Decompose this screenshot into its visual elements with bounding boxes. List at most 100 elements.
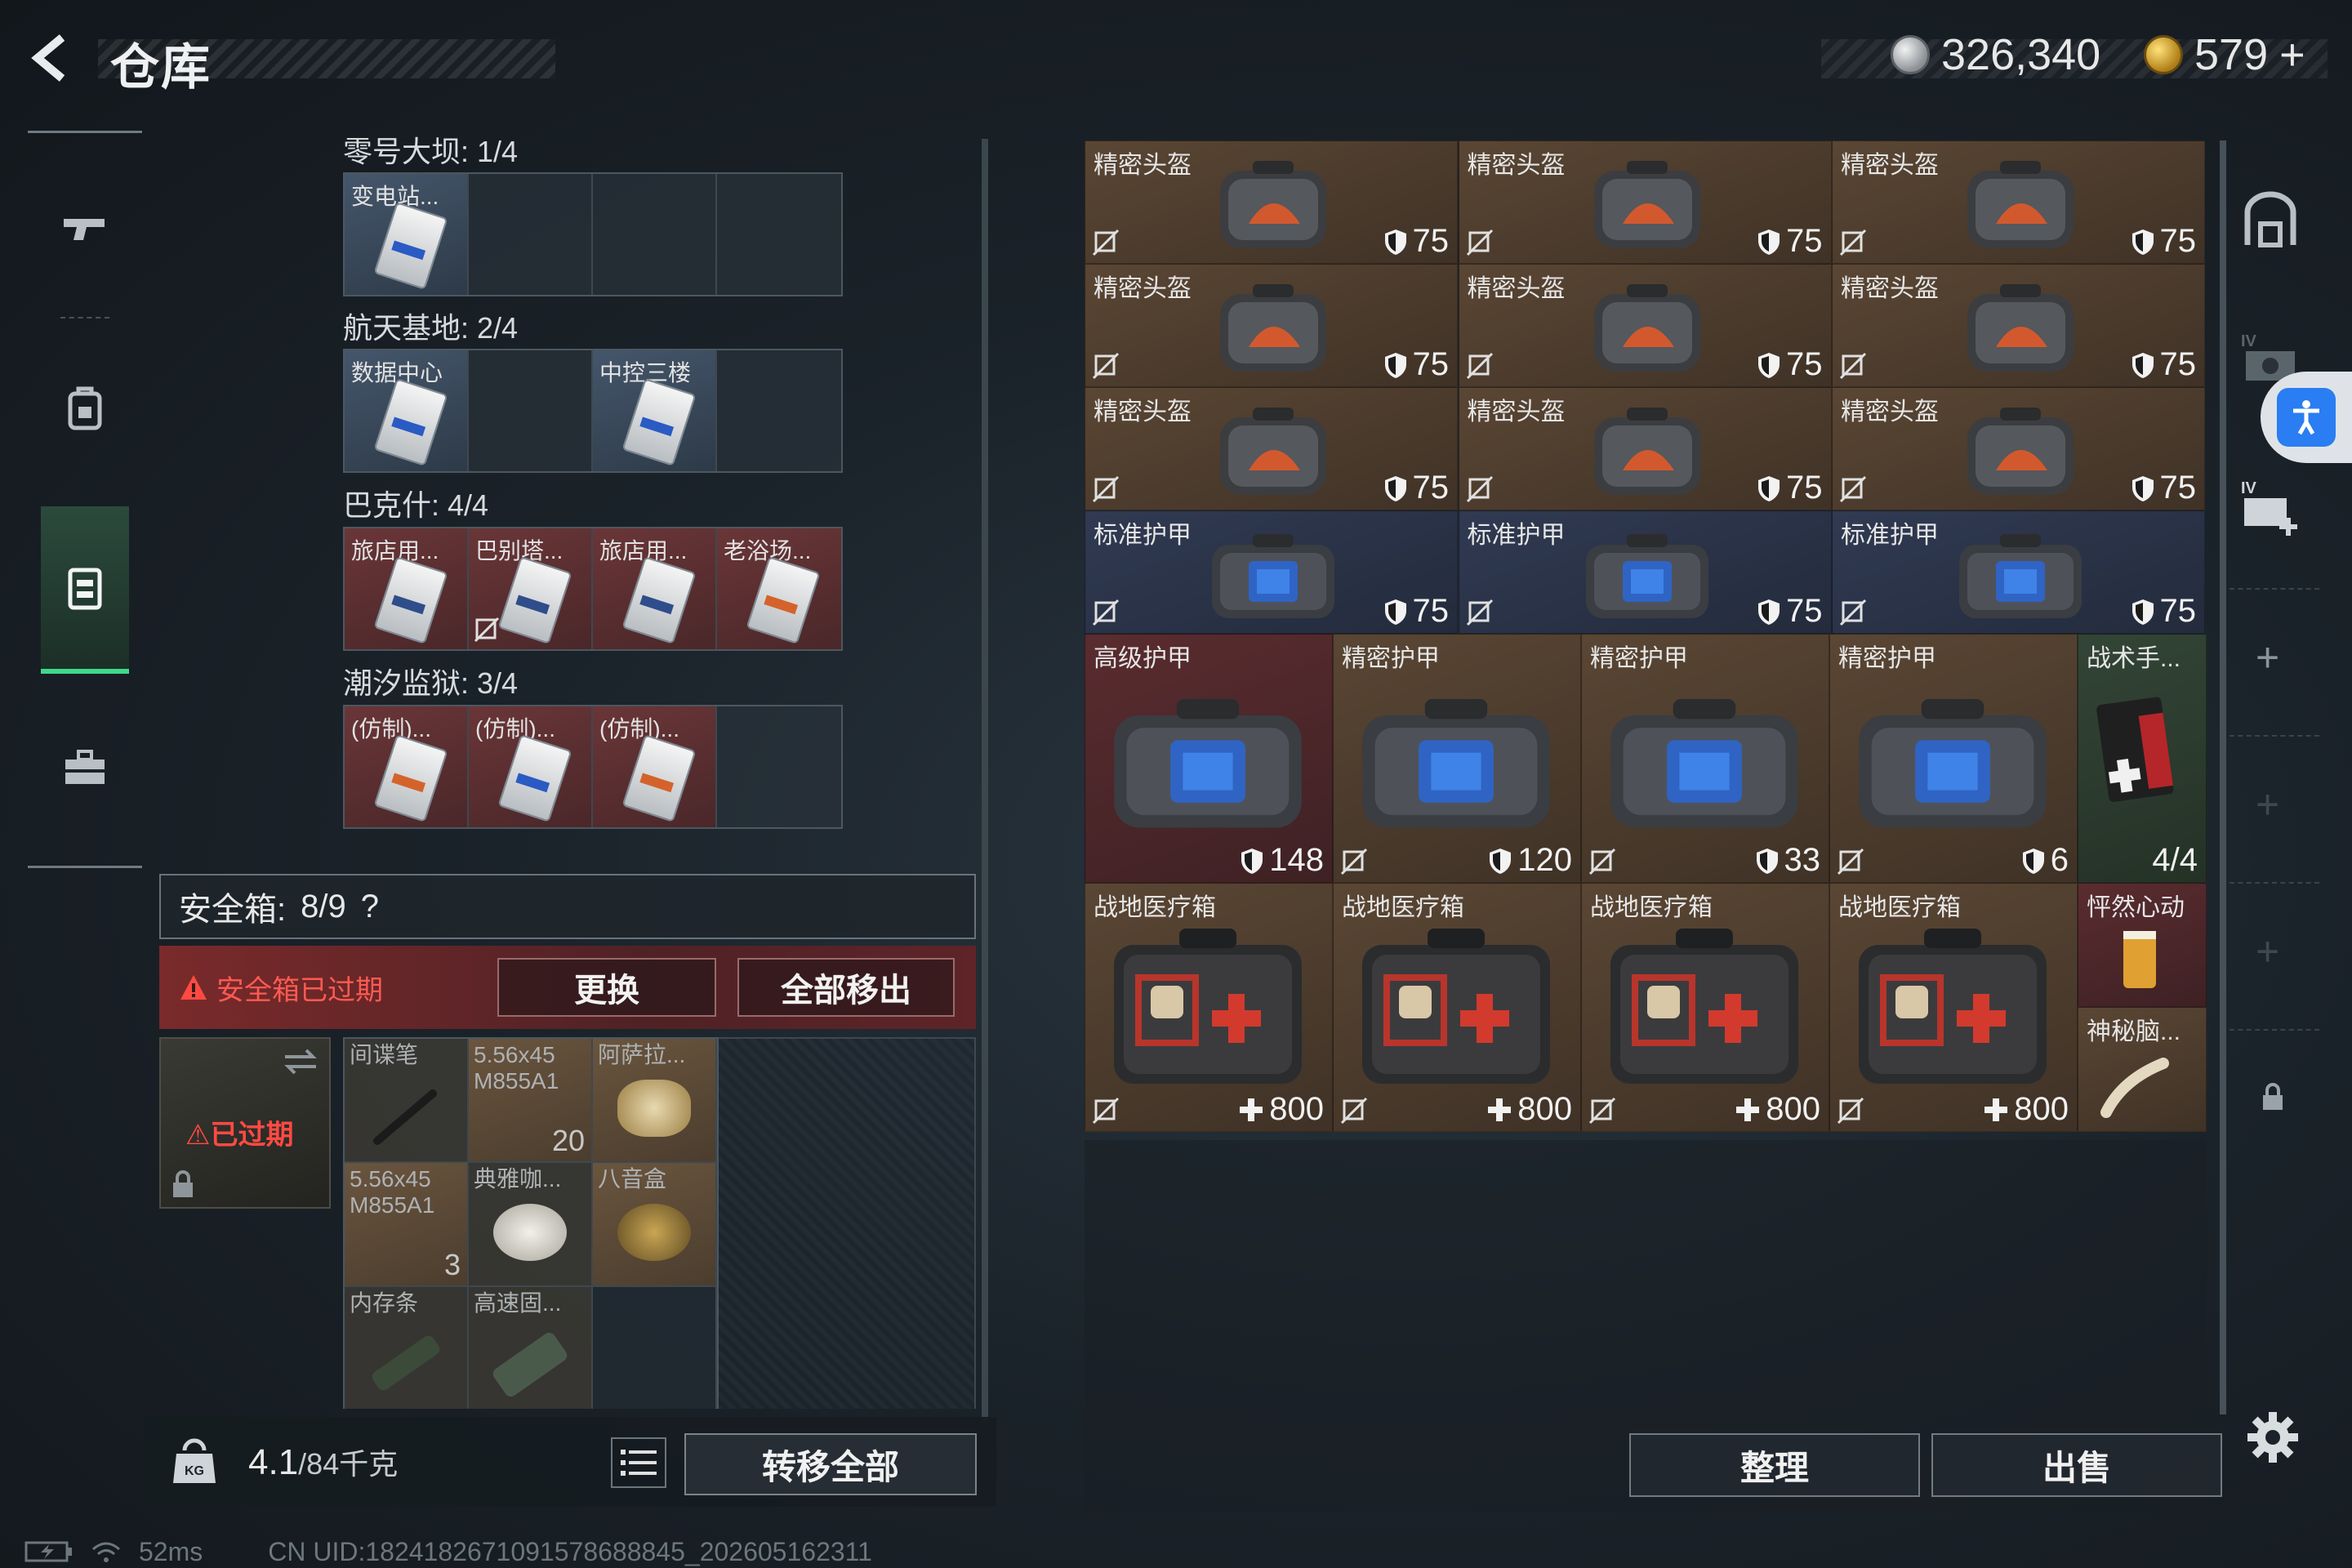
container-tab[interactable]	[2238, 186, 2303, 252]
stash-item-helmet[interactable]: 精密头盔 75	[1458, 140, 1832, 264]
empty-slot[interactable]	[717, 350, 841, 471]
safe-item-music-box[interactable]: 八音盒	[593, 1163, 717, 1287]
left-scrollbar[interactable]	[982, 139, 988, 1421]
keycard-grid-zero-dam: 变电站...	[343, 172, 843, 296]
stash-item-medkit[interactable]: 战地医疗箱 800	[1085, 883, 1333, 1132]
back-arrow-icon[interactable]	[24, 29, 82, 87]
nav-weapons[interactable]	[41, 147, 129, 310]
stash-item-small[interactable]: 神秘脑...	[2078, 1007, 2207, 1132]
pistol-icon	[64, 219, 105, 240]
item-name: 战地医疗箱	[1094, 894, 1216, 921]
empty-slot[interactable]	[469, 350, 593, 471]
keycard-slot[interactable]: 数据中心	[345, 350, 469, 471]
settings-gear-icon[interactable]	[2244, 1409, 2301, 1466]
stash-item-armor[interactable]: 标准护甲 75	[1085, 510, 1458, 634]
stash-item-helmet[interactable]: 精密头盔 75	[1832, 264, 2205, 387]
stash-item-armor[interactable]: 标准护甲 75	[1832, 510, 2205, 634]
empty-slot[interactable]	[717, 706, 841, 827]
replace-button[interactable]: 更换	[497, 958, 716, 1017]
weight-value: 4.1	[248, 1442, 299, 1482]
nav-chest-rig[interactable]	[41, 506, 129, 674]
gold-currency[interactable]: 579 +	[2144, 29, 2305, 80]
nav-separator	[60, 317, 109, 318]
stash-item-helmet[interactable]: 精密头盔 75	[1085, 140, 1458, 264]
keycard-slot[interactable]: (仿制)...	[593, 706, 717, 827]
add-slot-plus[interactable]: +	[2256, 784, 2279, 825]
item-value: 148	[1240, 842, 1324, 879]
stash-item-medkit[interactable]: 战地医疗箱 800	[1333, 883, 1581, 1132]
stash-item-helmet[interactable]: 精密头盔 75	[1832, 387, 2205, 510]
durability-shield-icon	[1488, 847, 1512, 875]
keycard-icon	[621, 556, 697, 644]
item-name: 怦然心动	[2087, 894, 2185, 921]
keycard-icon	[373, 378, 448, 466]
safe-item-asara[interactable]: 阿萨拉...	[593, 1039, 717, 1163]
keycard-slot[interactable]: 中控三楼	[593, 350, 717, 471]
silver-amount: 326,340	[1941, 30, 2101, 79]
transfer-all-button[interactable]: 转移全部	[684, 1433, 977, 1495]
sell-button[interactable]: 出售	[1931, 1433, 2222, 1497]
stash-item-medkit[interactable]: 战地医疗箱 800	[1829, 883, 2078, 1132]
keycard-slot[interactable]: 旅店用...	[345, 528, 469, 649]
no-durability-icon	[1092, 229, 1120, 256]
stash-item-helmet[interactable]: 精密头盔 75	[1085, 387, 1458, 510]
item-name: 标准护甲	[1467, 522, 1566, 549]
right-scrollbar[interactable]	[2220, 140, 2226, 1414]
safe-item-memory[interactable]: 内存条	[345, 1287, 469, 1409]
stash-item-small[interactable]: 怦然心动	[2078, 883, 2207, 1007]
no-durability-icon	[1466, 352, 1493, 380]
stash-item-tactical[interactable]: 战术手... 4/4	[2078, 634, 2207, 883]
nav-backpack[interactable]	[41, 327, 129, 490]
keycard-slot[interactable]: (仿制)...	[469, 706, 593, 827]
gold-add-button[interactable]: +	[2279, 29, 2305, 80]
stash-item-helmet[interactable]: 精密头盔 75	[1458, 264, 1832, 387]
empty-slot[interactable]	[717, 174, 841, 295]
svg-text:KG: KG	[185, 1464, 204, 1478]
stash-item-medkit[interactable]: 战地医疗箱 800	[1581, 883, 1829, 1132]
empty-slot[interactable]	[593, 174, 717, 295]
stash-item-helmet[interactable]: 精密头盔 75	[1085, 264, 1458, 387]
stash-item-helmet[interactable]: 精密头盔 75	[1458, 387, 1832, 510]
safe-box-container[interactable]: ⚠已过期	[159, 1037, 331, 1209]
move-all-out-button[interactable]: 全部移出	[737, 958, 955, 1017]
no-durability-icon	[1588, 1097, 1616, 1125]
safe-item-ammo[interactable]: 5.56x45 M855A1 20	[469, 1039, 593, 1163]
accessibility-button[interactable]	[2261, 372, 2352, 463]
item-value-text: 75	[1412, 223, 1450, 259]
keycard-slot[interactable]: (仿制)...	[345, 706, 469, 827]
add-slot-plus[interactable]: +	[2256, 637, 2279, 678]
stash-item-armor-large[interactable]: 精密护甲 33	[1581, 634, 1829, 883]
section-label-zero-dam: 零号大坝: 1/4	[343, 135, 519, 168]
stash-item-helmet[interactable]: 精密头盔 75	[1832, 140, 2205, 264]
safe-item-ammo[interactable]: 5.56x45 M855A1 3	[345, 1163, 469, 1287]
organize-button[interactable]: 整理	[1629, 1433, 1920, 1497]
heal-plus-icon	[1983, 1097, 2009, 1123]
keycard-slot[interactable]: 变电站...	[345, 174, 469, 295]
keycard-slot[interactable]: 老浴场...	[717, 528, 841, 649]
tactical-book-icon	[2096, 697, 2174, 802]
help-icon[interactable]: ?	[361, 889, 379, 925]
keycard-slot[interactable]: 巴别塔...	[469, 528, 593, 649]
stash-item-armor-large[interactable]: 精密护甲 6	[1829, 634, 2078, 883]
section-label-space-base: 航天基地: 2/4	[343, 311, 519, 345]
list-view-button[interactable]	[611, 1437, 666, 1488]
keycard-slot[interactable]: 旅店用...	[593, 528, 717, 649]
expired-warning-icon: ⚠	[185, 1120, 211, 1151]
stash-item-armor-large[interactable]: 精密护甲 120	[1333, 634, 1581, 883]
add-storage-tab[interactable]: IV	[2238, 474, 2303, 539]
no-durability-icon	[1839, 229, 1867, 256]
empty-slot[interactable]	[593, 1287, 717, 1409]
durability-shield-icon	[2131, 474, 2155, 502]
safe-item-coffee-cup[interactable]: 典雅咖...	[469, 1163, 593, 1287]
item-value-text: 148	[1269, 842, 1324, 878]
item-name: 精密头盔	[1094, 275, 1192, 302]
add-slot-plus[interactable]: +	[2256, 931, 2279, 972]
safe-item-spy-pen[interactable]: 间谍笔	[345, 1039, 469, 1163]
stash-item-armor[interactable]: 标准护甲 75	[1458, 510, 1832, 634]
armor-vest-icon	[1585, 534, 1708, 618]
empty-slot[interactable]	[469, 174, 593, 295]
nav-toolbox[interactable]	[41, 686, 129, 849]
safe-item-ssd[interactable]: 高速固...	[469, 1287, 593, 1409]
stash-item-armor-large[interactable]: 高级护甲 148	[1085, 634, 1333, 883]
item-label: 间谍笔	[350, 1042, 419, 1067]
